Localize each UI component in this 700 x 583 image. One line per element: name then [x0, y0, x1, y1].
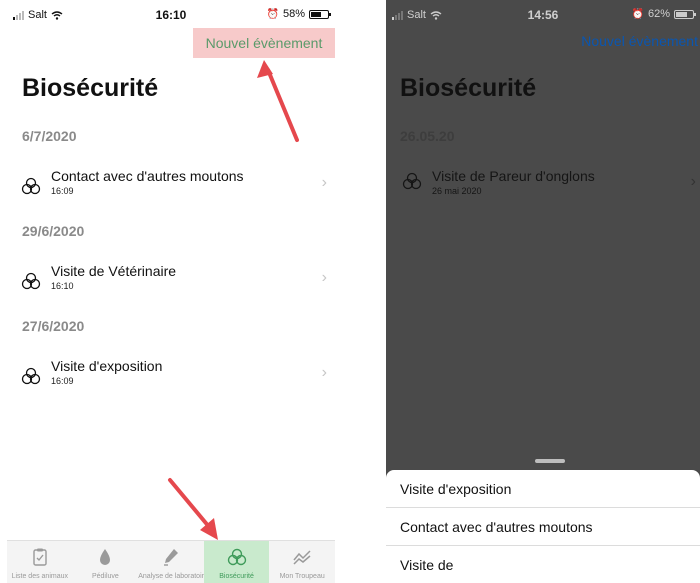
date-header: 6/7/2020	[22, 128, 77, 144]
new-event-button[interactable]: Nouvel évènement	[581, 33, 698, 49]
screenshot-root: Salt 16:10 ⏰ 58% Nouvel évènement Bioséc…	[0, 0, 700, 583]
alarm-icon: ⏰	[631, 8, 644, 20]
tab-biosecurity[interactable]: Biosécurité	[203, 541, 270, 583]
tab-label: Liste des animaux	[11, 573, 68, 580]
tab-label: Mon Troupeau	[279, 573, 325, 580]
tab-bar: Liste des animaux Pédiluve Analyse de la…	[7, 540, 335, 583]
biohazard-icon	[21, 367, 41, 385]
chevron-right-icon: ›	[321, 364, 327, 381]
event-row[interactable]: Visite de Pareur d'onglons 26 mai 2020 ›	[386, 165, 700, 201]
sheet-option-contact-other-sheep[interactable]: Contact avec d'autres moutons	[386, 508, 700, 546]
event-type-sheet: Visite d'exposition Contact avec d'autre…	[386, 470, 700, 583]
clipboard-icon	[33, 548, 47, 566]
tab-pediluve[interactable]: Pédiluve	[73, 541, 139, 583]
status-right: ⏰ 62%	[631, 8, 696, 20]
event-row[interactable]: Visite d'exposition 16:09 ›	[7, 356, 335, 394]
biohazard-icon	[227, 548, 246, 566]
battery-percent: 62%	[647, 8, 670, 20]
date-header: 29/6/2020	[22, 223, 85, 239]
status-bar: Salt 14:56 ⏰ 62%	[386, 0, 700, 30]
event-time: 16:10	[51, 281, 74, 291]
biohazard-icon	[402, 172, 422, 190]
new-event-button[interactable]: Nouvel évènement	[193, 28, 335, 58]
tab-animal-list[interactable]: Liste des animaux	[7, 541, 73, 583]
page-title: Biosécurité	[22, 74, 159, 102]
biohazard-icon	[21, 272, 41, 290]
battery-icon	[674, 9, 696, 19]
tab-label: Biosécurité	[219, 573, 254, 580]
chevron-right-icon: ›	[321, 174, 327, 191]
alarm-icon: ⏰	[266, 8, 279, 20]
event-title: Visite de Vétérinaire	[51, 263, 177, 279]
chart-icon	[293, 550, 311, 565]
sheet-option-exhibition-visit[interactable]: Visite d'exposition	[386, 470, 700, 508]
chevron-right-icon: ›	[690, 173, 696, 190]
status-bar: Salt 16:10 ⏰ 58%	[7, 0, 335, 30]
red-arrow-annotation-top	[257, 60, 299, 142]
sheet-drag-handle[interactable]	[535, 459, 565, 463]
battery-icon	[309, 9, 331, 19]
battery-percent: 58%	[282, 8, 305, 20]
tab-label: Analyse de laboratoire	[138, 573, 208, 580]
tab-label: Pédiluve	[91, 573, 119, 580]
tab-my-herd[interactable]: Mon Troupeau	[269, 541, 335, 583]
tab-lab-analysis[interactable]: Analyse de laboratoire	[138, 541, 208, 583]
biohazard-icon	[21, 177, 41, 195]
lab-icon	[163, 549, 178, 566]
date-header: 26.05.20	[400, 128, 455, 144]
event-title: Contact avec d'autres moutons	[51, 168, 244, 184]
sheet-option-visit[interactable]: Visite de	[386, 546, 700, 583]
event-title: Visite de Pareur d'onglons	[432, 168, 595, 184]
event-time: 16:09	[51, 186, 74, 196]
drop-icon	[100, 549, 111, 565]
event-time: 26 mai 2020	[432, 186, 482, 196]
right-phone-screen: Salt 14:56 ⏰ 62% Nouvel évènement Bioséc…	[386, 0, 700, 583]
event-time: 16:09	[51, 376, 74, 386]
chevron-right-icon: ›	[321, 269, 327, 286]
left-phone-screen: Salt 16:10 ⏰ 58% Nouvel évènement Bioséc…	[7, 0, 335, 583]
event-row[interactable]: Visite de Vétérinaire 16:10 ›	[7, 261, 335, 299]
status-right: ⏰ 58%	[266, 8, 331, 20]
red-arrow-annotation-bottom	[168, 478, 218, 540]
page-title: Biosécurité	[400, 74, 537, 102]
date-header: 27/6/2020	[22, 318, 85, 334]
event-title: Visite d'exposition	[51, 358, 163, 374]
event-row[interactable]: Contact avec d'autres moutons 16:09 ›	[7, 166, 335, 204]
